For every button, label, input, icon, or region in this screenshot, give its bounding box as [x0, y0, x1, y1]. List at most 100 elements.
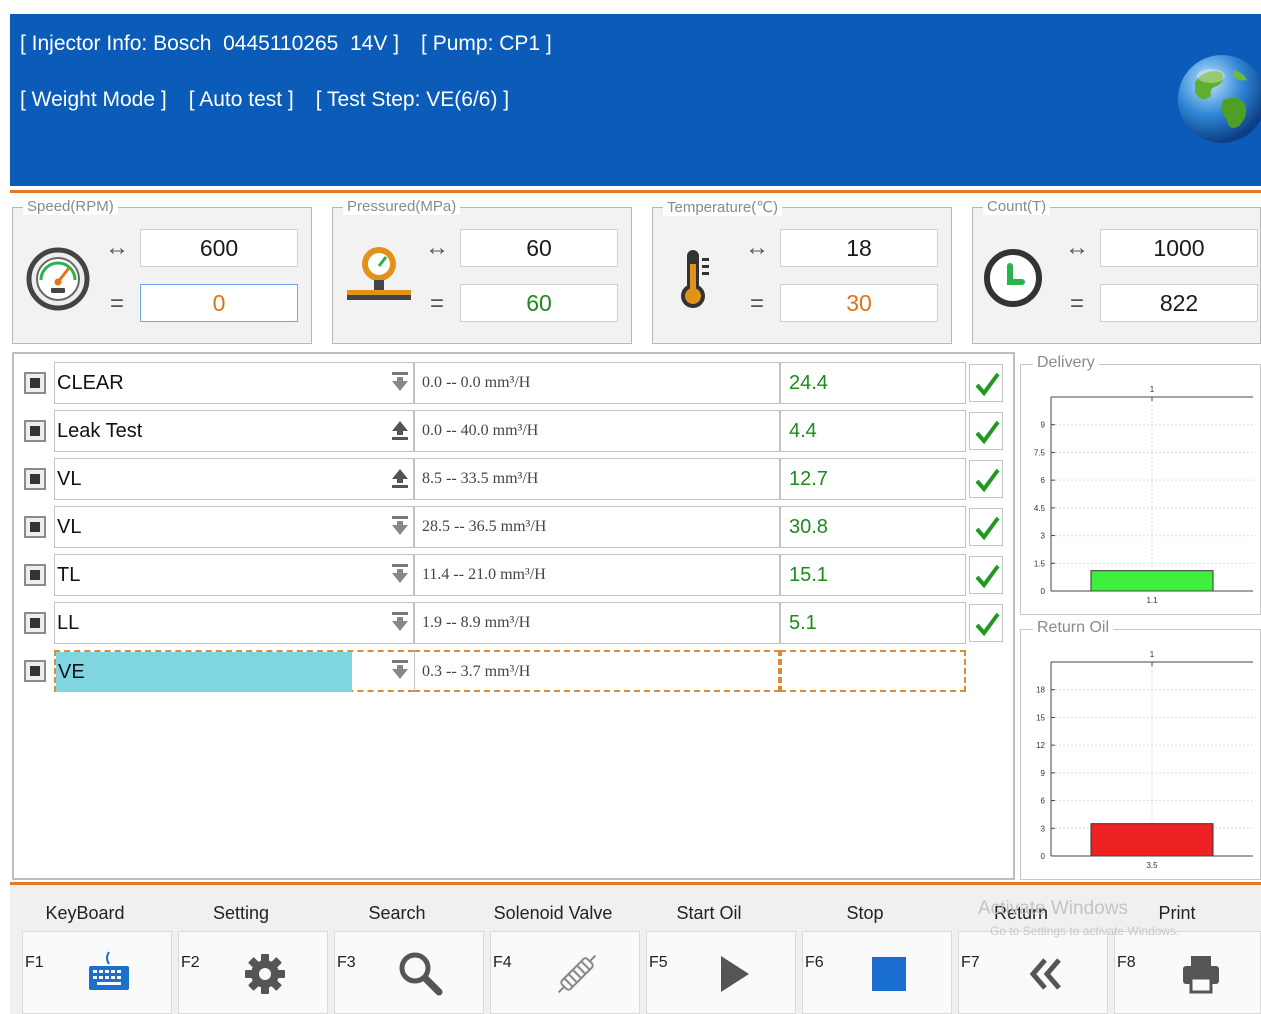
pressure-target-field[interactable]: 60 [460, 229, 618, 267]
temperature-target-field[interactable]: 18 [780, 229, 938, 267]
test-list: CLEAR 0.0 -- 0.0 mm³/H 24.4 Leak Test 0.… [12, 352, 1015, 880]
row-checkbox[interactable] [24, 564, 46, 586]
temperature-actual-symbol: = [749, 290, 764, 317]
function-key: F5 [649, 954, 668, 971]
temperature-panel: Temperature(℃) ↔ = 18 30 [652, 198, 952, 344]
keyboard-key[interactable]: F1 [22, 931, 172, 1014]
pressure-title: Pressured(MPa) [343, 198, 461, 215]
test-range: 11.4 -- 21.0 mm³/H [414, 554, 780, 596]
header-line-injector: [ Injector Info: Bosch 0445110265 14V ] [… [20, 32, 574, 56]
count-actual-field: 822 [1100, 284, 1258, 322]
y-tick-label: 3 [1041, 824, 1046, 833]
test-name: TL [54, 554, 414, 596]
test-range: 28.5 -- 36.5 mm³/H [414, 506, 780, 548]
y-tick-label: 1.5 [1034, 559, 1046, 568]
setting-button[interactable]: Setting F2 [166, 885, 328, 1014]
temperature-actual-field: 30 [780, 284, 938, 322]
y-tick-label: 4.5 [1034, 504, 1046, 513]
gear-icon [237, 946, 293, 1002]
y-tick-label: 7.5 [1034, 448, 1046, 457]
y-tick-label: 18 [1036, 686, 1045, 695]
header-divider [10, 190, 1261, 193]
y-tick-label: 9 [1041, 421, 1046, 430]
row-checkbox[interactable] [24, 660, 46, 682]
globe-icon [1175, 52, 1261, 146]
count-panel: Count(T) ↔ = 1000 822 [972, 198, 1261, 344]
button-label: Stop [846, 903, 884, 923]
setting-key[interactable]: F2 [178, 931, 328, 1014]
function-key: F6 [805, 954, 824, 971]
return-oil-chart-plot: 0 3 6 9 12 15 18 1 3.5 [1036, 650, 1253, 870]
check-icon [969, 556, 1003, 594]
test-row-active[interactable]: VE 0.3 -- 3.7 mm³/H [22, 650, 982, 692]
speed-actual-field: 0 [140, 284, 298, 322]
value-label: 3.5 [1146, 861, 1158, 870]
test-row[interactable]: VL 8.5 -- 33.5 mm³/H 12.7 [22, 458, 1003, 500]
bar [1090, 823, 1214, 857]
test-result: 12.7 [780, 458, 966, 500]
test-name: VE [54, 650, 414, 692]
start-oil-key[interactable]: F5 [646, 931, 796, 1014]
printer-icon [1173, 946, 1229, 1002]
count-target-field[interactable]: 1000 [1100, 229, 1258, 267]
value-label: 1.1 [1146, 596, 1158, 605]
solenoid-valve-button[interactable]: Solenoid Valve F4 [478, 885, 640, 1014]
test-row[interactable]: CLEAR 0.0 -- 0.0 mm³/H 24.4 [22, 362, 1003, 404]
mode-info: [ Weight Mode ] [20, 88, 167, 111]
speed-target-field[interactable]: 600 [140, 229, 298, 267]
test-result: 4.4 [780, 410, 966, 452]
function-key: F8 [1117, 954, 1136, 971]
search-button[interactable]: Search F3 [322, 885, 484, 1014]
activate-windows-watermark: Activate Windows [978, 898, 1128, 919]
stop-icon [861, 946, 917, 1002]
header-line-mode: [ Weight Mode ] [ Auto test ] [ Test Step:… [20, 88, 531, 112]
speed-target-symbol: ↔ [105, 234, 129, 261]
row-checkbox[interactable] [24, 372, 46, 394]
arrow-up-icon [390, 419, 410, 441]
pressure-actual-field: 60 [460, 284, 618, 322]
row-checkbox[interactable] [24, 516, 46, 538]
speed-panel: Speed(RPM) ↔ = 600 0 [12, 198, 312, 344]
search-key[interactable]: F3 [334, 931, 484, 1014]
print-key[interactable]: F8 [1114, 931, 1261, 1014]
temperature-target-symbol: ↔ [745, 234, 769, 261]
test-range: 8.5 -- 33.5 mm³/H [414, 458, 780, 500]
stop-key[interactable]: F6 [802, 931, 952, 1014]
category-label: 1 [1150, 650, 1155, 659]
test-result: 15.1 [780, 554, 966, 596]
test-row[interactable]: LL 1.9 -- 8.9 mm³/H 5.1 [22, 602, 1003, 644]
pressure-panel: Pressured(MPa) ↔ = 60 60 [332, 198, 632, 344]
test-name: VL [54, 458, 414, 500]
active-row-highlight [56, 652, 352, 692]
row-checkbox[interactable] [24, 468, 46, 490]
pressure-actual-symbol: = [429, 290, 444, 317]
button-label: Solenoid Valve [493, 903, 613, 923]
y-tick-label: 15 [1036, 713, 1045, 722]
test-row[interactable]: Leak Test 0.0 -- 40.0 mm³/H 4.4 [22, 410, 1003, 452]
test-row[interactable]: TL 11.4 -- 21.0 mm³/H 15.1 [22, 554, 1003, 596]
row-checkbox[interactable] [24, 420, 46, 442]
y-tick-label: 9 [1041, 769, 1046, 778]
count-target-symbol: ↔ [1065, 234, 1089, 261]
test-range: 1.9 -- 8.9 mm³/H [414, 602, 780, 644]
test-name: Leak Test [54, 410, 414, 452]
function-key: F2 [181, 954, 200, 971]
speed-actual-symbol: = [109, 290, 124, 317]
pressure-gauge-icon [343, 244, 413, 314]
keyboard-button[interactable]: KeyBoard F1 [10, 885, 172, 1014]
check-icon [969, 508, 1003, 546]
y-tick-label: 0 [1041, 587, 1046, 596]
test-row[interactable]: VL 28.5 -- 36.5 mm³/H 30.8 [22, 506, 1003, 548]
solenoid-valve-key[interactable]: F4 [490, 931, 640, 1014]
test-range: 0.0 -- 0.0 mm³/H [414, 362, 780, 404]
return-key[interactable]: F7 [958, 931, 1108, 1014]
button-label: Setting [212, 903, 270, 923]
test-range: 0.3 -- 3.7 mm³/H [414, 650, 780, 692]
start-oil-button[interactable]: Start Oil F5 [634, 885, 796, 1014]
button-label: Start Oil [676, 903, 742, 923]
row-checkbox[interactable] [24, 612, 46, 634]
test-name: LL [54, 602, 414, 644]
stop-button[interactable]: Stop F6 [790, 885, 952, 1014]
thermometer-icon [663, 244, 733, 314]
activate-windows-hint: Go to Settings to activate Windows. [990, 924, 1180, 938]
